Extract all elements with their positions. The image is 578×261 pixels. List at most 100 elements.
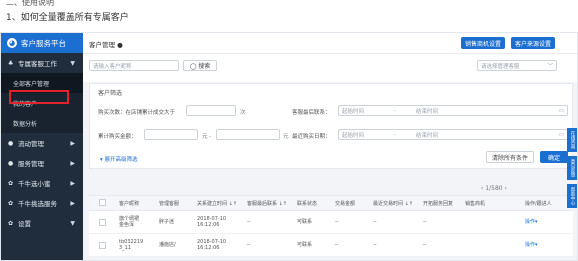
table-row[interactable]: 旗个绸裙 金色浑 胖子迷 2018-07-10 16:12:06 -- 可联系 … xyxy=(89,211,573,234)
sidebar-item-label: 数据分析 xyxy=(13,120,38,128)
customer-search-input[interactable]: 请输入客户昵称 xyxy=(89,60,179,71)
brand-name: 客户服务平台 xyxy=(21,38,66,48)
col-header-amount[interactable]: 交易金额 xyxy=(335,200,355,207)
clear-conditions-button[interactable]: 清除所有条件 xyxy=(486,151,534,163)
topbar: 客户管理 ● 销售商机设置 客户来源设置 xyxy=(83,33,577,54)
sidebar-item-service-management[interactable]: ● 服务管理 ▶ xyxy=(1,153,83,173)
chevron-down-icon: ﹀ xyxy=(547,63,553,70)
operation-dropdown[interactable]: 操作▾ xyxy=(525,242,538,248)
location-icon: ● xyxy=(8,139,14,147)
cell-amount: -- xyxy=(335,242,339,248)
sidebar-item-data-analysis[interactable]: 数据分析 xyxy=(1,113,83,133)
operation-dropdown[interactable]: 操作▾ xyxy=(525,219,538,225)
filter-panel: 客户筛选 购买次数：在店铺累计成交大于 次 客服最后联系： 起始时间 - 结束时… xyxy=(89,83,573,169)
agent-select[interactable]: 请选择管理客服 ﹀ xyxy=(477,60,557,71)
total-amount-max-input[interactable] xyxy=(216,129,280,140)
col-header-reply[interactable]: 开拓服务回复 xyxy=(423,200,453,207)
highlight-annotation-box xyxy=(9,90,69,104)
filter-panel-title: 客户筛选 xyxy=(98,90,123,97)
sidebar-item-flow-management[interactable]: ● 流动管理 ▶ xyxy=(1,133,83,153)
cell-created: 2018-07-10 16:12:06 xyxy=(197,216,227,228)
row-checkbox[interactable] xyxy=(99,219,106,226)
brand-logo-icon: ◕ xyxy=(7,38,17,48)
col-header-nick[interactable]: 客户昵称 xyxy=(119,200,139,207)
app-window: ◕ 客户服务平台 ♣ 专属客服工作 ▼ 全部客户管理 我的客户 数据分析 ● 流… xyxy=(0,32,578,261)
source-settings-button[interactable]: 客户来源设置 xyxy=(511,37,555,49)
chevron-right-icon: ▶ xyxy=(70,199,75,207)
cell-last-contact: -- xyxy=(247,242,251,248)
customer-table: 客户昵称 管理客服 关系建立时间 ↓↑ 客服最后联系 ↓↑ 联系状态 交易金额 … xyxy=(89,195,573,257)
search-button[interactable]: ◯ 搜索 xyxy=(183,60,217,71)
cell-agent: 胖子迷 xyxy=(159,219,175,225)
sidebar-item-label: 千牛选小蜜 xyxy=(18,180,51,188)
last-purchase-start: 起始时间 xyxy=(342,132,365,139)
right-float-tabs: 在线咨询 意见反馈 帮助中心 xyxy=(567,128,577,212)
table-row[interactable]: tb032219 3_11 潘施店/ 2018-07-10 16:12:06 -… xyxy=(89,234,573,257)
sidebar-item-label: 设置 xyxy=(18,220,31,228)
sidebar-item-exclusive-service[interactable]: ♣ 专属客服工作 ▼ xyxy=(1,53,83,73)
calendar-icon: ▭ xyxy=(558,131,564,138)
total-amount-unit-max: 元 xyxy=(283,134,289,140)
row-checkbox[interactable] xyxy=(99,242,106,249)
sidebar-item-label: 专属客服工作 xyxy=(18,60,57,68)
last-contact-end: 结束时间 xyxy=(416,108,439,115)
col-header-agent[interactable]: 管理客服 xyxy=(159,200,179,207)
total-amount-min-input[interactable] xyxy=(144,129,198,140)
col-header-status[interactable]: 联系状态 xyxy=(297,200,317,207)
sidebar-item-label: 流动管理 xyxy=(18,140,44,148)
cell-reply: -- xyxy=(423,242,427,248)
range-separator: - xyxy=(394,107,397,114)
select-all-checkbox[interactable] xyxy=(99,199,106,206)
last-purchase-label: 最近购买日期： xyxy=(292,134,331,140)
col-header-created[interactable]: 关系建立时间 ↓↑ xyxy=(197,200,237,207)
last-contact-range[interactable]: 起始时间 - 结束时间 ▭ xyxy=(338,105,568,116)
sales-settings-button[interactable]: 销售商机设置 xyxy=(461,37,505,49)
sidebar-item-label: 服务管理 xyxy=(18,160,44,168)
chevron-down-icon: ▼ xyxy=(70,59,75,67)
float-tab-help[interactable]: 帮助中心 xyxy=(567,184,577,208)
chevron-down-icon: ▼ xyxy=(70,219,75,227)
cell-status: 可联系 xyxy=(297,219,313,225)
cell-reply: -- xyxy=(423,219,427,225)
club-icon: ♣ xyxy=(8,59,14,67)
page-title: 客户管理 ● xyxy=(89,41,123,49)
table-header: 客户昵称 管理客服 关系建立时间 ↓↑ 客服最后联系 ↓↑ 联系状态 交易金额 … xyxy=(89,195,573,211)
col-header-last-contact[interactable]: 客服最后联系 ↓↑ xyxy=(247,200,287,207)
chevron-right-icon: ▶ xyxy=(70,179,75,187)
cell-last-trade: -- xyxy=(373,242,377,248)
cell-agent: 潘施店/ xyxy=(159,242,176,248)
float-tab-consult[interactable]: 在线咨询 xyxy=(567,128,577,152)
confirm-button[interactable]: 确定 xyxy=(540,151,568,163)
float-tab-feedback[interactable]: 意见反馈 xyxy=(567,156,577,180)
calendar-icon: ▭ xyxy=(558,107,564,114)
expand-advanced-filter-link[interactable]: ▾ 展开高级筛选 xyxy=(100,155,138,163)
doc-sub-heading: 1、如何全量覆盖所有专属客户 xyxy=(6,13,129,23)
sidebar-item-qianniu-services[interactable]: ✿ 千牛挑选服务 ▶ xyxy=(1,193,83,213)
col-header-operation[interactable]: 操作/跟进人 xyxy=(525,200,552,207)
last-contact-start: 起始时间 xyxy=(342,108,365,115)
col-header-opportunity[interactable]: 销售商机 xyxy=(465,200,485,207)
last-contact-label: 客服最后联系： xyxy=(292,110,331,116)
purchase-count-input[interactable] xyxy=(186,105,236,116)
sidebar: ◕ 客户服务平台 ♣ 专属客服工作 ▼ 全部客户管理 我的客户 数据分析 ● 流… xyxy=(1,33,83,260)
cell-nick[interactable]: tb032219 3_11 xyxy=(119,239,143,251)
col-header-last-trade[interactable]: 最近交易时间 ↓↑ xyxy=(373,200,413,207)
sidebar-item-settings[interactable]: ✿ 设置 ▼ xyxy=(1,213,83,233)
cell-last-contact: -- xyxy=(247,219,251,225)
total-amount-label: 累计购买金额： xyxy=(98,134,137,140)
cell-status: 可联系 xyxy=(297,242,313,248)
pagination[interactable]: ‹ 1/580 › xyxy=(481,185,507,192)
total-amount-unit-min: 元 - xyxy=(202,134,212,140)
sidebar-item-label: 全部客户管理 xyxy=(13,80,50,88)
brand[interactable]: ◕ 客户服务平台 xyxy=(1,33,83,53)
chevron-right-icon: ▶ xyxy=(70,159,75,167)
cell-created: 2018-07-10 16:12:06 xyxy=(197,239,227,251)
cell-nick[interactable]: 旗个绸裙 金色浑 xyxy=(119,216,139,228)
sidebar-item-label: 千牛挑选服务 xyxy=(18,200,57,208)
agent-select-value: 请选择管理客服 xyxy=(481,63,520,70)
doc-section-heading: 二、使用说明 xyxy=(6,0,54,7)
purchase-count-label: 购买次数：在店铺累计成交大于 xyxy=(98,110,176,116)
chevron-right-icon: ▶ xyxy=(70,139,75,147)
sidebar-item-qianniu-assistant[interactable]: ✿ 千牛选小蜜 ▶ xyxy=(1,173,83,193)
last-purchase-range[interactable]: 起始时间 - 结束时间 ▭ xyxy=(338,129,568,140)
